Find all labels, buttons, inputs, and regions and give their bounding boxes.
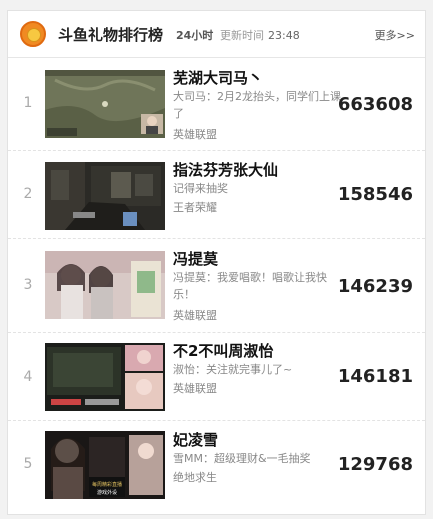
stream-thumbnail[interactable]: 每周精彩直播 游戏外设 — [45, 431, 165, 499]
ranking-header: 斗鱼礼物排行榜 24小时 更新时间 23:48 更多>> — [8, 11, 425, 58]
stream-category[interactable]: 英雄联盟 — [173, 380, 217, 396]
stream-category[interactable]: 绝地求生 — [173, 469, 217, 485]
thumbnail-caption-line2: 游戏外设 — [97, 489, 117, 496]
ranking-row[interactable]: 4 不2不叫周淑怡 淑怡：关注就完事儿了~ 英雄联盟 146181 — [8, 333, 425, 421]
stream-thumbnail[interactable] — [45, 343, 165, 411]
streamer-name[interactable]: 冯提莫 — [173, 248, 218, 269]
gift-score: 158546 — [337, 184, 413, 205]
period-label[interactable]: 24小时 — [176, 27, 213, 43]
rank-number: 4 — [23, 369, 33, 385]
rank-number: 1 — [23, 95, 33, 111]
ranking-row[interactable]: 5 每周精彩直播 游戏外设 妃凌雪 雪MM：超级理财&一毛抽奖 绝地求生 129… — [8, 421, 425, 515]
stream-thumbnail[interactable] — [45, 251, 165, 319]
update-time: 更新时间 23:48 — [220, 29, 300, 42]
ranking-row[interactable]: 3 冯提莫 冯提莫：我爱唱歌！唱歌让我快乐！ 英雄联盟 146239 — [8, 239, 425, 333]
gift-score: 146239 — [337, 276, 413, 297]
stream-description: 雪MM：超级理财&一毛抽奖 — [173, 452, 311, 465]
stream-description: 记得来抽奖 — [173, 182, 228, 195]
rank-number: 3 — [23, 277, 33, 293]
stream-thumbnail[interactable] — [45, 162, 165, 230]
streamer-name[interactable]: 芜湖大司马丶 — [173, 67, 263, 88]
ranking-card: 斗鱼礼物排行榜 24小时 更新时间 23:48 更多>> 1 芜湖大司马丶 大司马… — [7, 10, 426, 515]
gift-score: 663608 — [337, 94, 413, 115]
ranking-title: 斗鱼礼物排行榜 — [58, 26, 164, 44]
streamer-name[interactable]: 妃凌雪 — [173, 429, 218, 450]
stream-category[interactable]: 英雄联盟 — [173, 126, 217, 142]
stream-category[interactable]: 英雄联盟 — [173, 307, 217, 323]
stream-description: 冯提莫：我爱唱歌！唱歌让我快乐！ — [173, 271, 327, 301]
more-link[interactable]: 更多>> — [375, 27, 415, 43]
ranking-row[interactable]: 1 芜湖大司马丶 大司马：2月2龙抬头，同学们上课了 英雄联盟 663608 — [8, 58, 425, 151]
stream-category[interactable]: 王者荣耀 — [173, 199, 217, 215]
thumbnail-caption-line1: 每周精彩直播 — [92, 481, 122, 488]
stream-thumbnail[interactable] — [45, 70, 165, 138]
gift-score: 129768 — [337, 454, 413, 475]
streamer-name[interactable]: 不2不叫周淑怡 — [173, 340, 273, 361]
stream-description: 淑怡：关注就完事儿了~ — [173, 363, 293, 376]
gift-score: 146181 — [337, 366, 413, 387]
rank-number: 5 — [23, 456, 33, 472]
streamer-name[interactable]: 指法芬芳张大仙 — [173, 159, 278, 180]
stream-description: 大司马：2月2龙抬头，同学们上课了 — [173, 90, 341, 120]
rank-number: 2 — [23, 186, 33, 202]
douyu-logo-icon — [20, 21, 46, 47]
ranking-row[interactable]: 2 指法芬芳张大仙 记得来抽奖 王者荣耀 158546 — [8, 151, 425, 239]
